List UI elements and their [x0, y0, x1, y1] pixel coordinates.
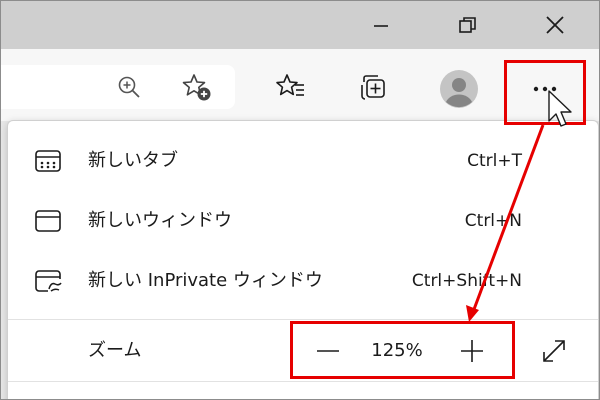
- annotation-arrow: [466, 90, 572, 322]
- mouse-cursor-icon: [548, 90, 572, 127]
- browser-window: 新しいタブ Ctrl+T 新しいウィンドウ Ctrl+N 新しい InPriva…: [0, 0, 600, 400]
